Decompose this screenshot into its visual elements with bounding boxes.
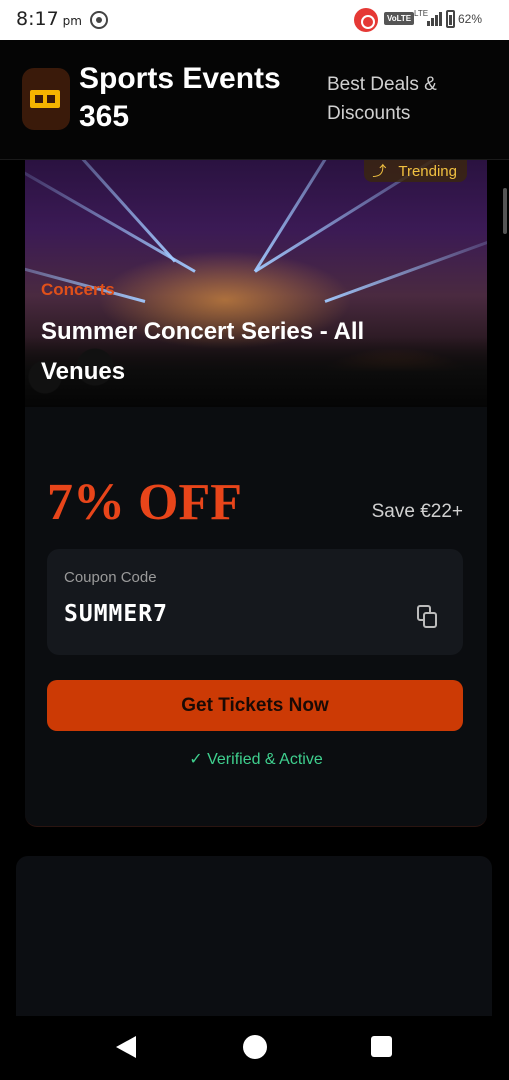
- scrollbar[interactable]: [503, 188, 507, 234]
- signal-icon: [427, 12, 443, 26]
- coupon-label: Coupon Code: [64, 569, 157, 586]
- event-category: Concerts: [41, 280, 115, 299]
- volte-badge: VoLTE: [384, 12, 415, 25]
- get-tickets-button[interactable]: Get Tickets Now: [47, 680, 463, 731]
- trending-label: Trending: [398, 163, 457, 180]
- brand-tagline: Best Deals & Discounts: [327, 74, 437, 124]
- status-bar: 8:17 pm VoLTE LTE 62%: [0, 0, 509, 40]
- stage-light-beam: [324, 224, 487, 303]
- app-header: Sports Events 365 Best Deals & Discounts: [0, 40, 509, 160]
- trending-badge: ⤴ Trending: [364, 160, 467, 182]
- status-time-value: 8:17: [16, 8, 59, 30]
- copy-icon[interactable]: [417, 605, 439, 629]
- verified-status: ✓ Verified & Active: [189, 751, 323, 768]
- stage-light-beam: [25, 160, 196, 273]
- battery-level: 62%: [458, 12, 483, 26]
- coupon-box[interactable]: Coupon Code SUMMER7: [47, 549, 463, 655]
- next-offer-card[interactable]: [16, 856, 492, 1016]
- home-icon[interactable]: [243, 1035, 267, 1059]
- coupon-code[interactable]: SUMMER7: [64, 601, 168, 627]
- status-time: 8:17 pm: [16, 8, 82, 30]
- cast-icon: [90, 11, 108, 29]
- recents-icon[interactable]: [371, 1036, 392, 1057]
- trending-up-icon: ⤴: [372, 163, 387, 179]
- ticket-icon: [30, 90, 60, 108]
- screen-record-icon: [354, 8, 378, 32]
- hero-banner[interactable]: ⤴ Trending Concerts Summer Concert Series…: [25, 160, 487, 407]
- brand-title[interactable]: Sports Events 365: [79, 60, 329, 136]
- offer-card: 7% OFF Save €22+ Coupon Code SUMMER7 Get…: [25, 407, 487, 827]
- back-icon[interactable]: [116, 1036, 136, 1058]
- network-type: LTE: [414, 9, 429, 18]
- navigation-bar: [0, 1016, 509, 1080]
- discount-amount: 7% OFF: [47, 474, 242, 531]
- status-ampm: pm: [62, 14, 82, 28]
- event-title[interactable]: Summer Concert Series - All Venues: [41, 312, 441, 392]
- savings-text: Save €22+: [371, 501, 463, 522]
- app-logo[interactable]: [22, 68, 70, 130]
- battery-icon: [446, 10, 455, 28]
